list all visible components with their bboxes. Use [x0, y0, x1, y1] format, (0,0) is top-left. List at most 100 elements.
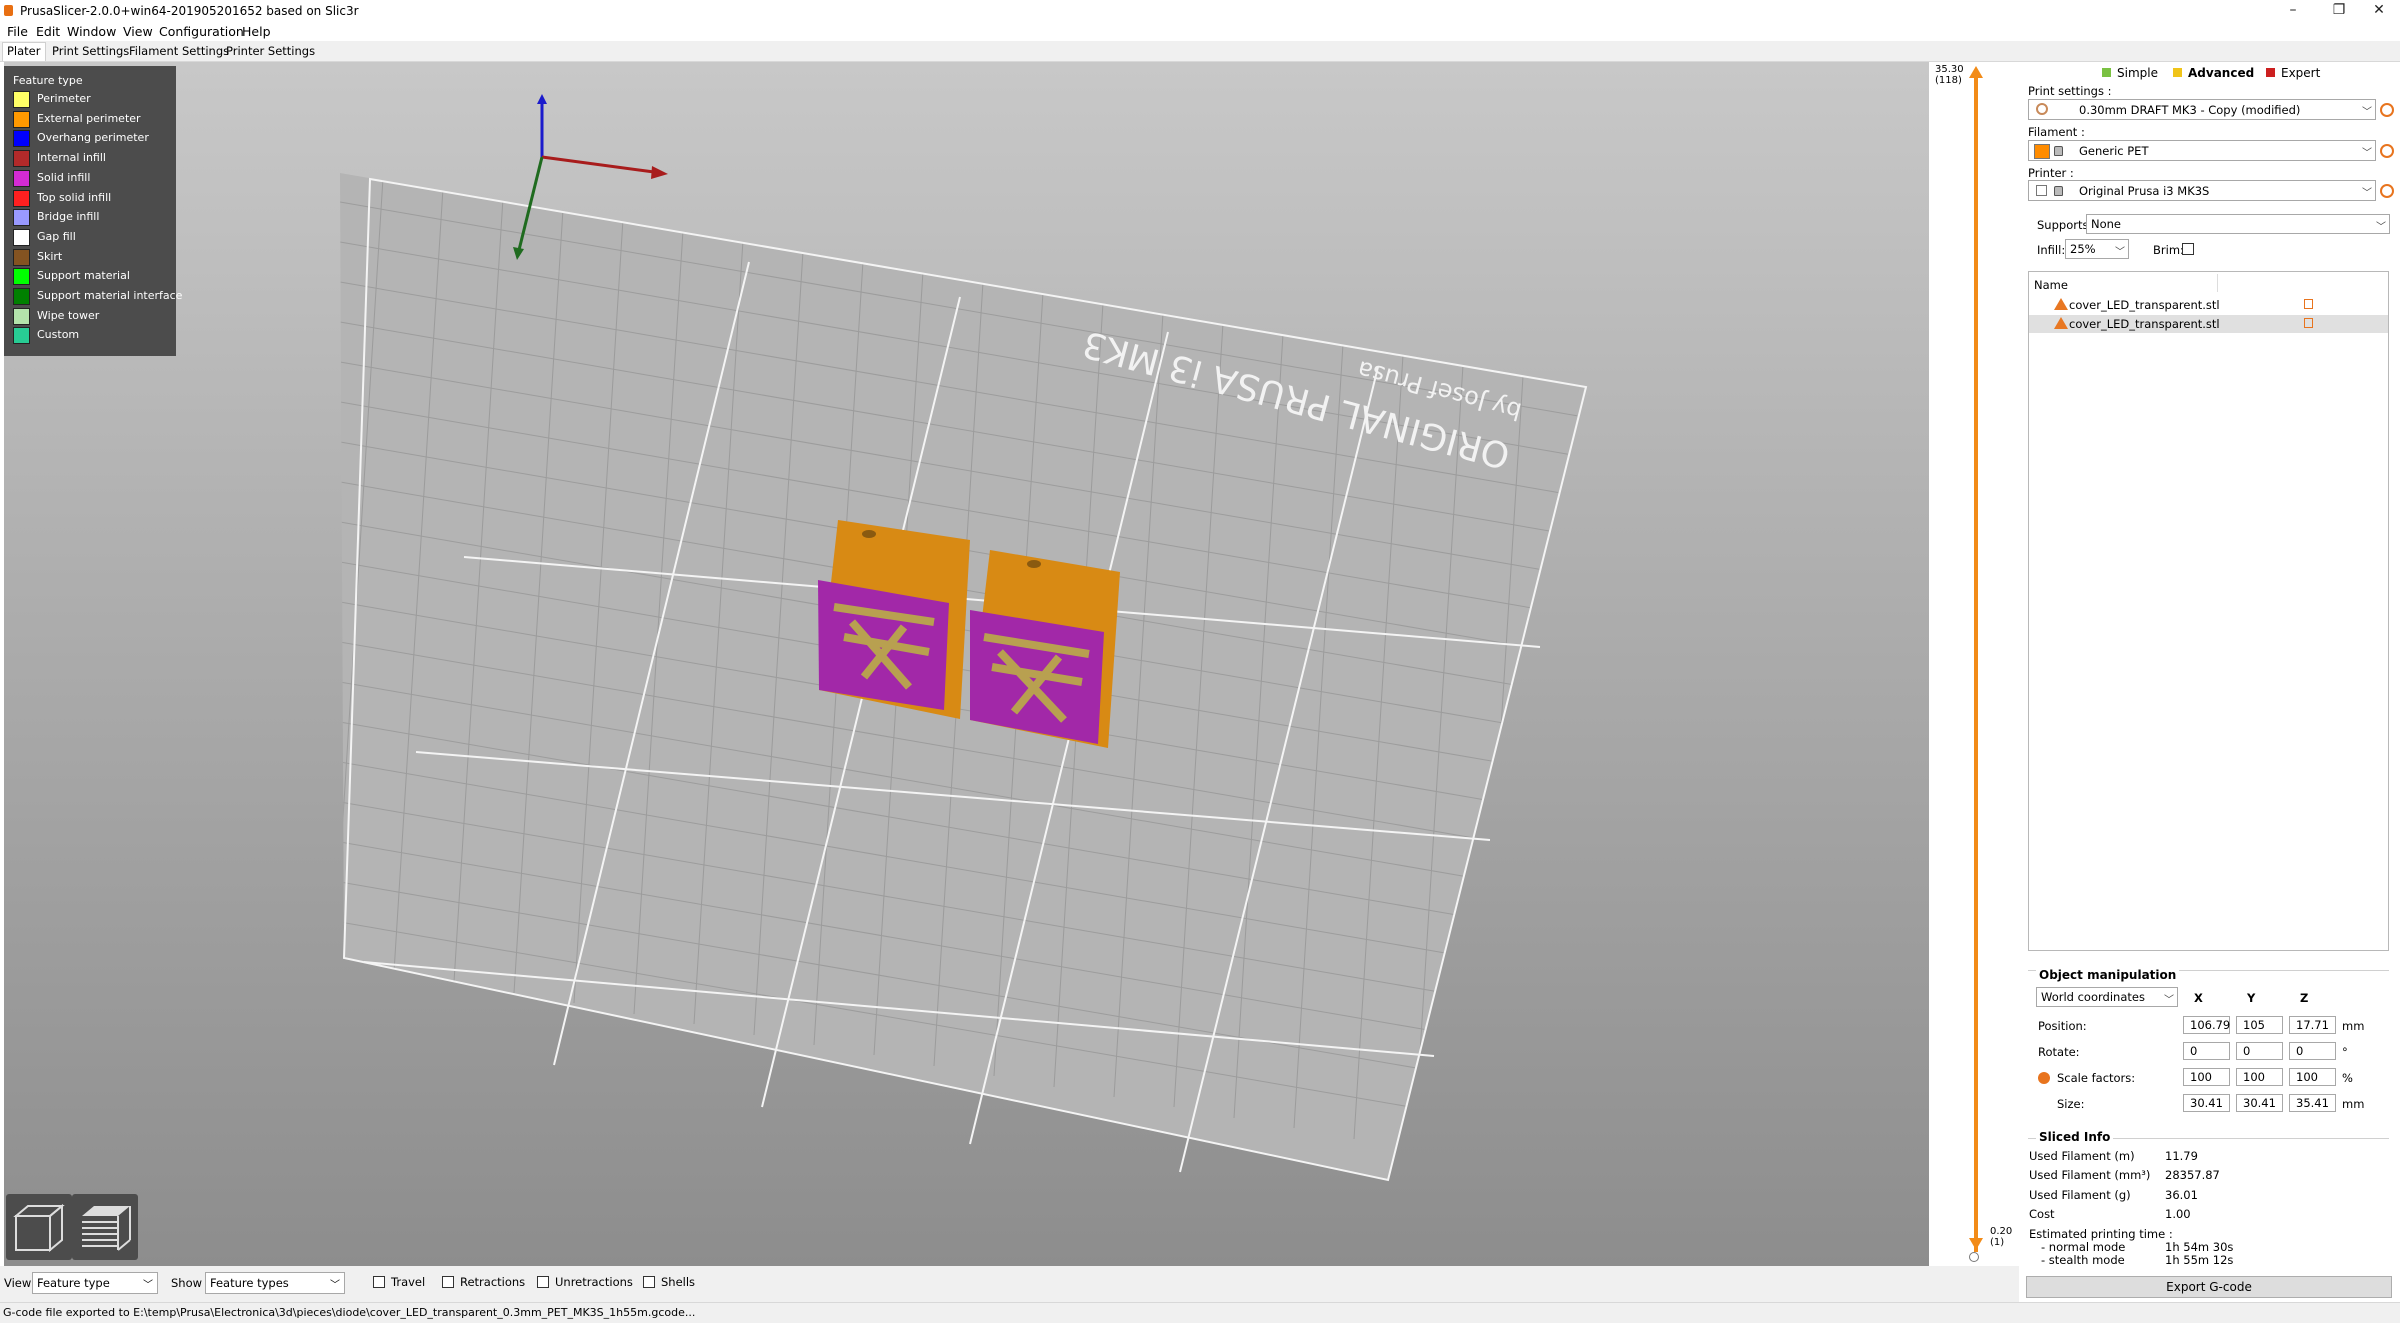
used-filament-g-value: 36.01	[2165, 1188, 2198, 1202]
slider-top-readout: 35.30 (118)	[1935, 64, 1964, 86]
legend-title: Feature type	[13, 74, 83, 87]
axis-z-label: Z	[2300, 991, 2309, 1005]
scale-x-field[interactable]: 100	[2183, 1068, 2230, 1086]
coordinates-combo[interactable]: World coordinates ﹀	[2036, 987, 2178, 1007]
model-object-2[interactable]	[970, 550, 1120, 748]
layer-slider[interactable]: 35.30 (118) 0.20 (1)	[1929, 62, 2019, 1266]
printer-gear-icon[interactable]	[2380, 184, 2394, 198]
menu-help[interactable]: Help	[242, 24, 271, 39]
legend-label: Overhang perimeter	[37, 131, 149, 145]
feature-type-legend: Feature type Perimeter External perimeter…	[4, 66, 182, 356]
size-y-field[interactable]: 30.41	[2236, 1094, 2283, 1112]
menu-file[interactable]: File	[7, 24, 28, 39]
print-settings-label: Print settings :	[2028, 84, 2112, 98]
scale-z-field[interactable]: 100	[2289, 1068, 2336, 1086]
slider-bottom-thumb[interactable]	[1969, 1238, 1983, 1250]
mode-expert-label: Expert	[2281, 66, 2321, 80]
object-row[interactable]: cover_LED_transparent.stl	[2029, 296, 2388, 314]
legend-label: Support material interface	[37, 289, 183, 302]
chevron-down-icon: ﹀	[2362, 188, 2372, 199]
scale-y-field[interactable]: 100	[2236, 1068, 2283, 1086]
rotate-y-field[interactable]: 0	[2236, 1042, 2283, 1060]
object-list[interactable]: Name cover_LED_transparent.stl cover_LED…	[2028, 271, 2389, 951]
legend-label: Skirt	[37, 249, 63, 263]
edit-icon[interactable]	[2304, 299, 2313, 309]
rotate-z-field[interactable]: 0	[2289, 1042, 2336, 1060]
tab-print-settings[interactable]: Print Settings	[48, 44, 133, 58]
stealth-mode-value: 1h 55m 12s	[2165, 1253, 2234, 1267]
rotate-x-field[interactable]: 0	[2183, 1042, 2230, 1060]
show-combo[interactable]: Feature types ﹀	[205, 1272, 345, 1294]
filament-gear-icon[interactable]	[2380, 144, 2394, 158]
chevron-down-icon: ﹀	[143, 1280, 153, 1291]
used-filament-g-label: Used Filament (g)	[2029, 1188, 2131, 1202]
cube-icon	[13, 1203, 65, 1253]
object-name: cover_LED_transparent.stl	[2069, 317, 2220, 331]
tab-bar: Plater Print Settings Filament Settings …	[0, 41, 2400, 62]
retractions-label: Retractions	[460, 1275, 526, 1289]
filament-label: Filament :	[2028, 125, 2085, 139]
position-x-field[interactable]: 106.79	[2183, 1016, 2230, 1034]
warning-icon	[2054, 298, 2068, 310]
chevron-down-icon: ﹀	[2376, 222, 2386, 233]
slider-cog-icon[interactable]	[1969, 1252, 1979, 1262]
view-combo[interactable]: Feature type ﹀	[32, 1272, 158, 1294]
supports-combo[interactable]: None ﹀	[2086, 214, 2390, 234]
slider-top-layer: (118)	[1935, 75, 1962, 86]
export-gcode-button[interactable]: Export G-code	[2026, 1276, 2392, 1298]
slider-bottom-layer: (1)	[1990, 1237, 2005, 1248]
tab-filament-settings[interactable]: Filament Settings	[125, 44, 233, 58]
mode-expert[interactable]: Expert	[2266, 66, 2320, 80]
slider-top-thumb[interactable]	[1969, 66, 1983, 78]
brim-checkbox[interactable]	[2182, 243, 2194, 255]
lock-icon	[2054, 186, 2063, 196]
legend-swatch	[13, 130, 30, 148]
used-filament-mm3-label: Used Filament (mm³)	[2029, 1168, 2151, 1182]
menu-window[interactable]: Window	[67, 24, 116, 39]
print-bed-scene: ORIGINAL PRUSA i3 MK3 by Josef Prusa	[340, 94, 1588, 1182]
menu-edit[interactable]: Edit	[36, 24, 60, 39]
scale-lock-icon[interactable]	[2038, 1072, 2050, 1084]
travel-label: Travel	[391, 1275, 426, 1289]
chevron-down-icon: ﹀	[2362, 107, 2372, 118]
object-row-selected[interactable]: cover_LED_transparent.stl	[2029, 315, 2388, 333]
tab-printer-settings[interactable]: Printer Settings	[222, 44, 319, 58]
close-button[interactable]: ✕	[2356, 0, 2400, 22]
size-z-field[interactable]: 35.41	[2289, 1094, 2336, 1112]
cost-value: 1.00	[2165, 1207, 2191, 1221]
printer-combo[interactable]: Original Prusa i3 MK3S ﹀	[2028, 180, 2376, 201]
edit-icon[interactable]	[2304, 318, 2313, 328]
cost-label: Cost	[2029, 1207, 2055, 1221]
legend-label: Internal infill	[37, 151, 106, 165]
used-filament-m-label: Used Filament (m)	[2029, 1149, 2135, 1163]
position-z-field[interactable]: 17.71	[2289, 1016, 2336, 1034]
3d-preview-canvas[interactable]: ORIGINAL PRUSA i3 MK3 by Josef Prusa Fea…	[4, 62, 1929, 1266]
normal-mode-label: - normal mode	[2041, 1240, 2126, 1254]
brim-label: Brim:	[2153, 243, 2184, 257]
chevron-down-icon: ﹀	[2164, 995, 2174, 1006]
print-profile-icon	[2036, 103, 2048, 115]
layers-view-toggle[interactable]	[72, 1194, 138, 1260]
print-settings-gear-icon[interactable]	[2380, 103, 2394, 117]
slider-track[interactable]	[1974, 72, 1978, 1252]
print-settings-combo[interactable]: 0.30mm DRAFT MK3 - Copy (modified) ﹀	[2028, 99, 2376, 120]
mode-simple[interactable]: Simple	[2102, 66, 2158, 80]
mode-advanced[interactable]: Advanced	[2173, 66, 2254, 80]
printer-value: Original Prusa i3 MK3S	[2079, 184, 2210, 198]
menu-view[interactable]: View	[123, 24, 153, 39]
3d-view-toggle[interactable]	[6, 1194, 72, 1260]
minimize-button[interactable]: –	[2270, 0, 2316, 22]
object-manipulation-title: Object manipulation	[2036, 968, 2180, 982]
position-label: Position:	[2038, 1019, 2087, 1033]
infill-combo[interactable]: 25% ﹀	[2065, 239, 2129, 259]
checkbox-box	[442, 1276, 454, 1288]
preview-toolbar: View Feature type ﹀ Show Feature types ﹀…	[0, 1266, 2019, 1302]
filament-combo[interactable]: Generic PET ﹀	[2028, 140, 2376, 161]
menu-configuration[interactable]: Configuration	[159, 24, 244, 39]
model-object-1[interactable]	[818, 520, 970, 719]
legend-label: Custom	[37, 328, 80, 342]
size-x-field[interactable]: 30.41	[2183, 1094, 2230, 1112]
legend-swatch	[13, 327, 30, 345]
position-y-field[interactable]: 105	[2236, 1016, 2283, 1034]
tab-plater[interactable]: Plater	[2, 42, 46, 61]
